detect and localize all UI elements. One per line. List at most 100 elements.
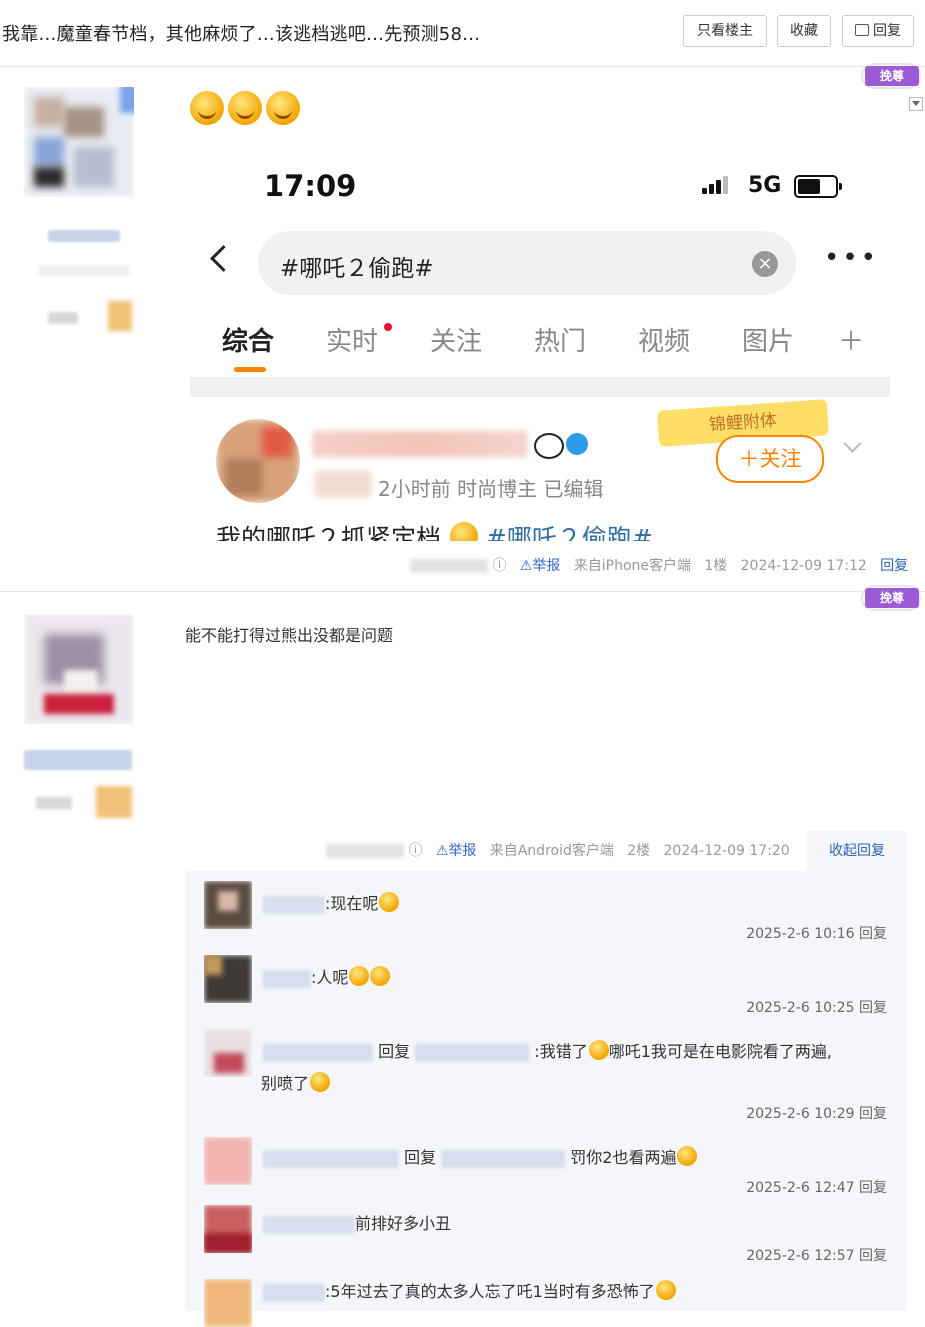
username-blurred[interactable] — [24, 750, 132, 770]
only-op-button[interactable]: 只看楼主 — [683, 15, 767, 47]
sub-reply-content: 前排好多小丑 — [263, 1211, 451, 1237]
sub-reply-content: 回复 罚你2也看两遍 — [263, 1145, 698, 1171]
upvote-badge[interactable]: 挽尊 — [861, 585, 921, 611]
sub-reply-content: :5年过去了真的太多人忘了吒1当时有多恐怖了 — [263, 1279, 676, 1305]
ip-blurred — [410, 559, 488, 573]
sub-reply-link[interactable]: 回复 — [859, 1106, 887, 1122]
help-icon[interactable]: ⓘ — [408, 843, 422, 859]
sub-reply-time: 2025-2-6 12:57 — [746, 1248, 855, 1264]
level-badge-blurred — [96, 786, 132, 818]
post-source: 来自iPhone客户端 — [573, 558, 691, 574]
attached-screenshot[interactable]: 17:09 5G #哪吒２偷跑# × ••• 综合 实时 关注 热门 视频 图片… — [190, 145, 890, 541]
sub-reply-time: 2025-2-6 10:25 — [746, 1000, 855, 1016]
avatar[interactable] — [204, 881, 252, 929]
upvote-badge-label: 挽尊 — [865, 66, 919, 86]
reply-button-label: 回复 — [873, 23, 901, 39]
post-floor-1: 挽尊 17:09 5G #哪吒２偷跑# × ••• 综合 实时 关注 热门 视频… — [0, 63, 925, 592]
sub-reply-content: :人呢 — [263, 965, 391, 991]
sub-reply-content: 回复 :我错了 哪吒1我可是在电影院看了两遍, — [263, 1039, 832, 1065]
post-meta-floor-1: ⓘ ⚠举报 来自iPhone客户端 1楼 2024-12-09 17:12 回复 — [410, 555, 908, 575]
crying-emoji-icon — [449, 522, 478, 541]
sub-reply-link[interactable]: 回复 — [859, 926, 887, 942]
level-badge-blurred — [108, 301, 132, 331]
reply-link[interactable]: 回复 — [880, 558, 908, 574]
emoji-icon — [588, 1040, 609, 1060]
sub-reply-time: 2025-2-6 10:16 — [746, 926, 855, 942]
sub-reply-content-cont: 别喷了 — [261, 1071, 331, 1097]
upvote-badge-label: 挽尊 — [865, 588, 919, 608]
sub-target-blurred[interactable] — [415, 1043, 530, 1062]
follow-button: ＋关注 — [716, 435, 824, 483]
favorite-button[interactable]: 收藏 — [777, 15, 831, 47]
more-icon: ••• — [824, 243, 880, 273]
level-label-blurred — [48, 312, 78, 324]
sub-username-blurred[interactable] — [263, 1215, 355, 1234]
level-bar-blurred — [38, 265, 130, 275]
tab-image: 图片 — [742, 327, 795, 357]
tab-realtime: 实时 — [326, 327, 379, 357]
sub-username-blurred[interactable] — [263, 895, 325, 914]
avatar[interactable] — [204, 1137, 252, 1185]
avatar[interactable] — [24, 87, 134, 197]
verified-icon — [566, 433, 588, 455]
meta-blurred — [314, 471, 372, 497]
avatar[interactable] — [24, 614, 134, 724]
sub-replies-panel: :现在呢 2025-2-6 10:16 回复 :人呢 2025-2-6 10:2… — [185, 871, 907, 1327]
tab-hot: 热门 — [534, 327, 587, 357]
post-floor-2: 挽尊 能不能打得过熊出没都是问题 ⓘ ⚠举报 来自Android客户端 2楼 2… — [0, 585, 925, 1327]
report-link[interactable]: ⚠举报 — [520, 558, 561, 574]
emoji-icon — [349, 966, 370, 986]
post-datetime: 2024-12-09 17:12 — [740, 558, 867, 574]
emoji-icon — [310, 1072, 331, 1092]
sub-reply-link[interactable]: 回复 — [859, 1000, 887, 1016]
tab-following: 关注 — [430, 327, 483, 357]
emoji-icon — [655, 1280, 676, 1300]
avatar[interactable] — [204, 1279, 252, 1327]
username-blurred[interactable] — [48, 230, 120, 242]
sub-reply-link[interactable]: 回复 — [859, 1180, 887, 1196]
level-label-blurred — [36, 797, 72, 809]
sub-reply-text: 前排好多小丑 — [355, 1214, 452, 1233]
collapse-replies-button[interactable]: 收起回复 — [807, 831, 907, 871]
avatar[interactable] — [204, 955, 252, 1003]
sub-reply-meta: 2025-2-6 10:25 回复 — [746, 997, 887, 1017]
avatar[interactable] — [204, 1029, 252, 1077]
report-link[interactable]: ⚠举报 — [436, 843, 477, 859]
divider — [190, 377, 890, 397]
sub-reply-text: 罚你2也看两遍 — [570, 1148, 677, 1167]
signal-icon — [702, 175, 730, 194]
author-panel — [0, 67, 160, 591]
weibo-search-bar: #哪吒２偷跑# × — [258, 231, 796, 295]
sub-reply-link[interactable]: 回复 — [859, 1248, 887, 1264]
sub-reply-text: :5年过去了真的太多人忘了吒1当时有多恐怖了 — [325, 1282, 655, 1301]
sub-reply-text: :人呢 — [311, 968, 349, 987]
sub-target-blurred[interactable] — [441, 1149, 566, 1168]
avatar[interactable] — [204, 1205, 252, 1253]
emoji-icon — [677, 1146, 698, 1166]
post-source: 来自Android客户端 — [489, 843, 614, 859]
back-arrow-icon — [210, 245, 237, 272]
floor-number: 2楼 — [627, 843, 651, 859]
laugh-emoji-icon — [228, 91, 262, 125]
sub-username-blurred[interactable] — [263, 969, 311, 988]
phone-clock: 17:09 — [264, 169, 357, 203]
help-icon[interactable]: ⓘ — [492, 558, 506, 574]
sub-reply-meta: 2025-2-6 12:57 回复 — [746, 1245, 887, 1265]
sub-username-blurred[interactable] — [263, 1283, 325, 1302]
sub-username-blurred[interactable] — [263, 1043, 373, 1062]
sub-reply-meta: 2025-2-6 12:47 回复 — [746, 1177, 887, 1197]
comment-icon — [855, 24, 869, 36]
reply-button[interactable]: 回复 — [842, 15, 914, 47]
weibo-body-text: 我的哪吒２抓紧定档 — [216, 524, 442, 541]
search-query: #哪吒２偷跑# — [280, 256, 434, 282]
post-menu-toggle[interactable] — [909, 97, 923, 111]
sub-reply-time: 2025-2-6 12:47 — [746, 1180, 855, 1196]
sub-username-blurred[interactable] — [263, 1149, 399, 1168]
emoji-icon — [379, 892, 400, 912]
post-content: 能不能打得过熊出没都是问题 — [185, 626, 394, 645]
sub-reply-content: :现在呢 — [263, 891, 400, 917]
sub-reply-text: :现在呢 — [325, 894, 379, 913]
emoji-icon — [370, 966, 391, 986]
upvote-badge[interactable]: 挽尊 — [861, 63, 921, 89]
thread-title: 我靠…魔童春节档，其他麻烦了…该逃档逃吧…先预测58… — [2, 24, 481, 45]
